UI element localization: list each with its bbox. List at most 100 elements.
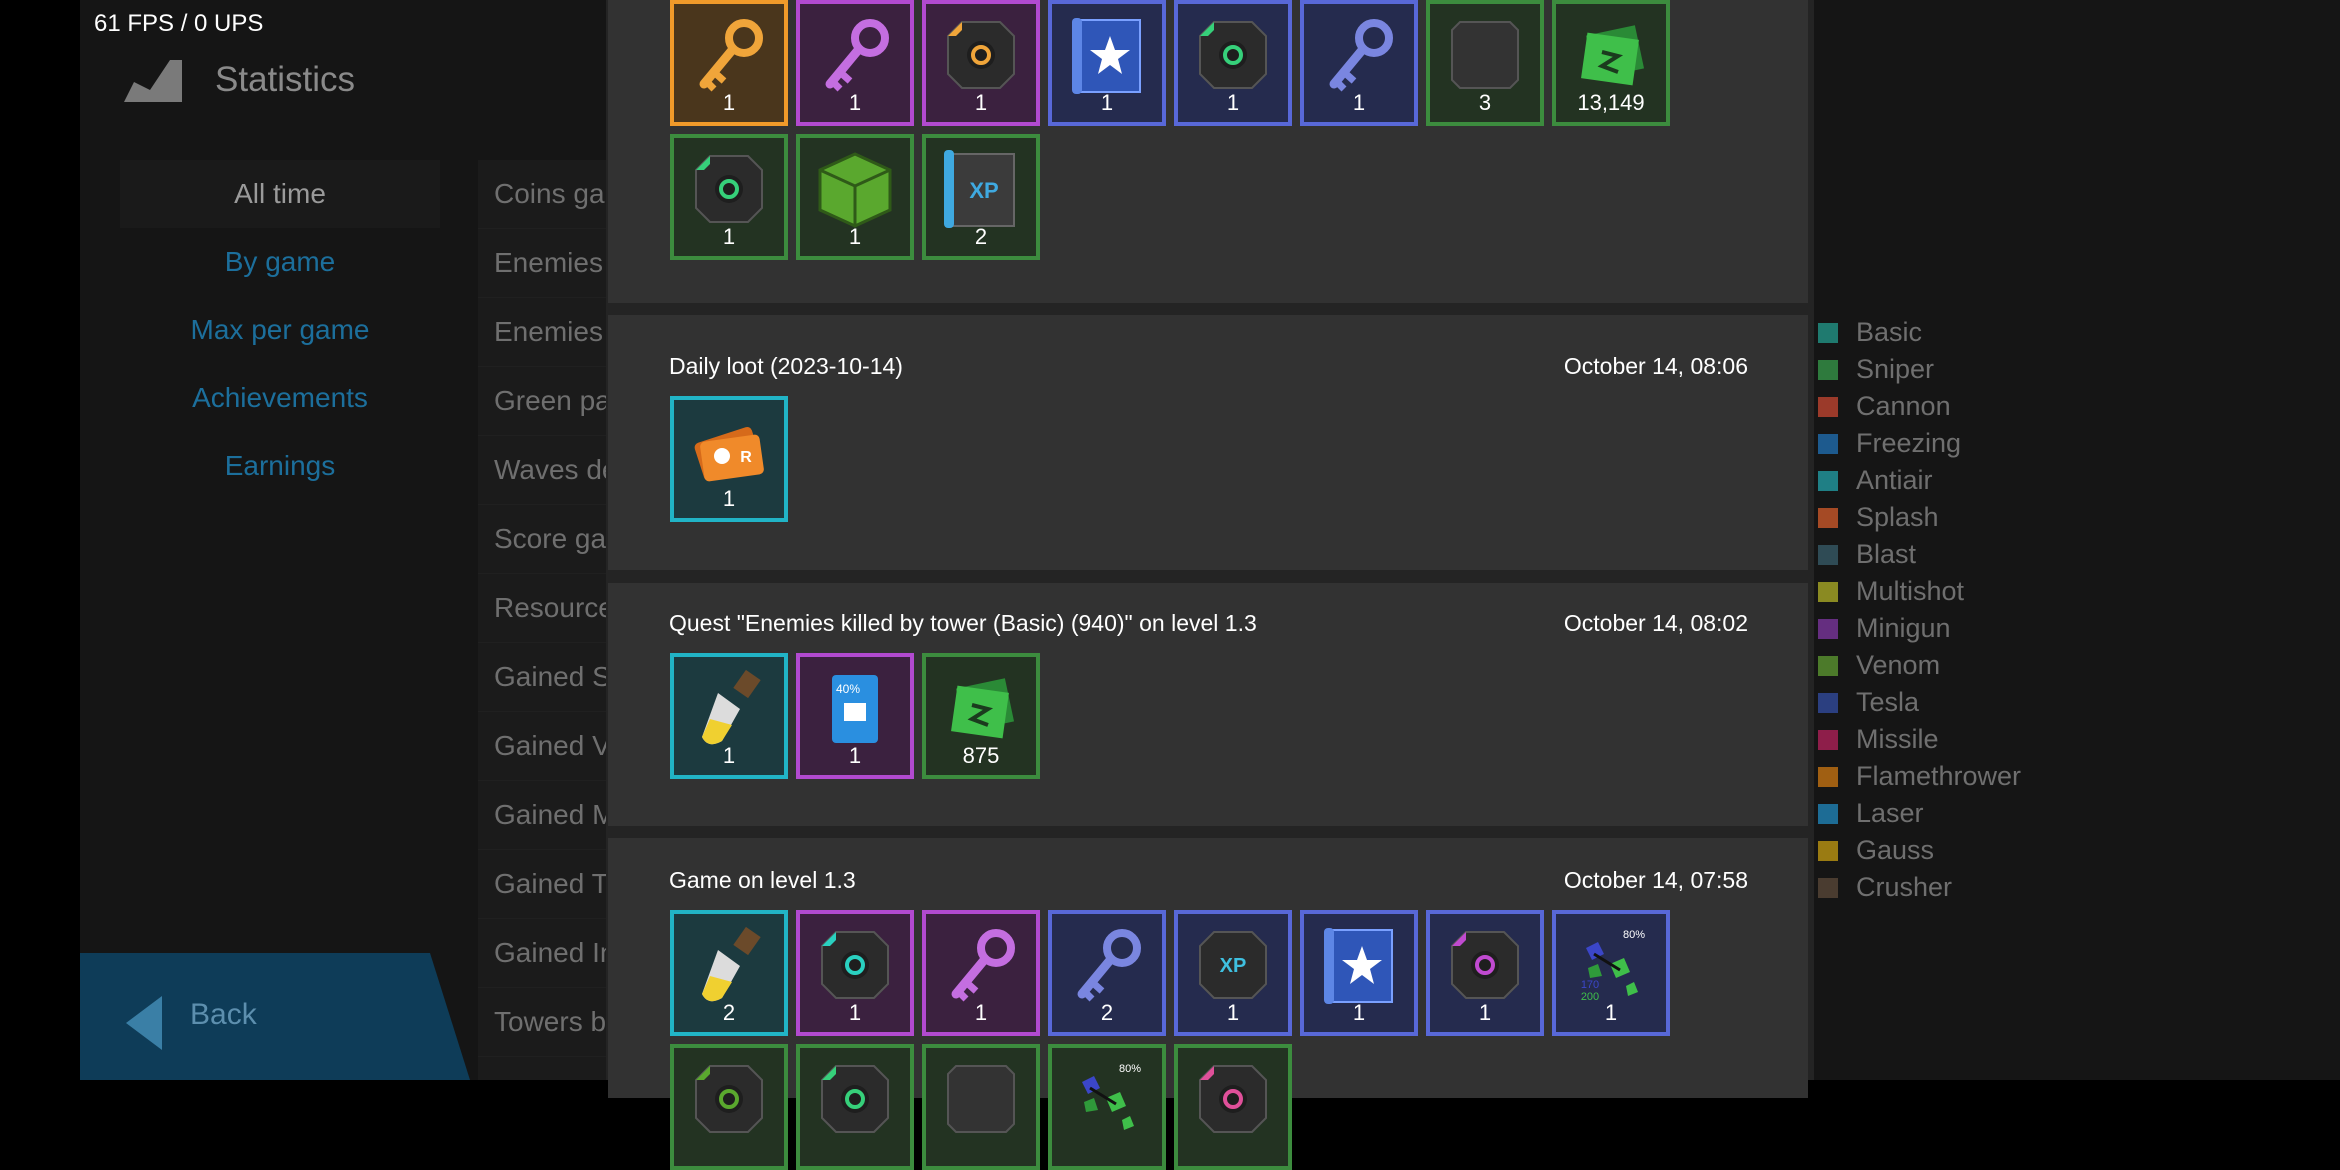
loot-item-count: 1 — [1604, 1000, 1618, 1025]
loot-item[interactable]: 1 — [796, 0, 914, 126]
legend-item: Gauss — [1818, 832, 2021, 869]
loot-item-count: 1 — [722, 743, 736, 768]
loot-item[interactable]: 40% 1 — [796, 653, 914, 779]
loot-item[interactable]: 2 — [670, 910, 788, 1036]
loot-entry: Quest "Enemies killed by tower (Basic) (… — [608, 583, 1808, 826]
loot-entry-title: Daily loot (2023-10-14) — [669, 353, 903, 379]
stat-row: Coins gair — [478, 160, 618, 229]
legend-label: Tesla — [1856, 687, 1920, 717]
legend-swatch — [1818, 322, 1838, 343]
legend-item: Laser — [1818, 795, 2021, 832]
nav-achievements[interactable]: Achievements — [120, 364, 440, 432]
legend-item: Freezing — [1818, 425, 2021, 462]
loot-item[interactable]: XP 1 — [1174, 910, 1292, 1036]
stat-row: Waves de — [478, 436, 618, 505]
statistics-list: Coins gair Enemies k Enemies pa Green pa… — [478, 160, 618, 1080]
loot-item[interactable]: 1 — [1300, 910, 1418, 1036]
module-icon — [1451, 931, 1519, 999]
loot-item[interactable]: 1 — [670, 134, 788, 260]
loot-item[interactable]: 1 — [1426, 910, 1544, 1036]
crate-icon — [818, 152, 892, 228]
legend-item: Crusher — [1818, 869, 2021, 906]
legend-label: Blast — [1856, 539, 1917, 569]
legend-swatch — [1818, 803, 1838, 824]
nav-max-per-game[interactable]: Max per game — [120, 296, 440, 364]
nav-earnings[interactable]: Earnings — [120, 432, 440, 500]
loot-item[interactable] — [670, 1044, 788, 1170]
legend-swatch — [1818, 359, 1838, 380]
loot-item[interactable]: 1 — [796, 910, 914, 1036]
svg-text:R: R — [740, 449, 752, 466]
loot-item-count: 1 — [848, 224, 862, 249]
loot-item[interactable]: 1 — [922, 910, 1040, 1036]
svg-text:XP: XP — [1220, 955, 1247, 977]
loot-item[interactable]: XP 2 — [922, 134, 1040, 260]
statistics-nav: All time By game Max per game Achievemen… — [120, 160, 440, 500]
booster-pack-icon: 40% — [832, 675, 878, 743]
loot-item[interactable]: 1 — [1048, 0, 1166, 126]
svg-text:80%: 80% — [1119, 1063, 1141, 1075]
svg-text:40%: 40% — [836, 682, 860, 696]
loot-item[interactable]: 1 — [670, 653, 788, 779]
potion-icon — [702, 926, 761, 1002]
legend-swatch — [1818, 507, 1838, 528]
loot-item[interactable]: 1 — [1174, 0, 1292, 126]
loot-item[interactable] — [922, 1044, 1040, 1170]
key-icon — [1077, 929, 1141, 1002]
module-icon — [1199, 1065, 1267, 1133]
loot-item[interactable]: 1 — [1300, 0, 1418, 126]
loot-item[interactable]: 3 — [1426, 0, 1544, 126]
nav-by-game[interactable]: By game — [120, 228, 440, 296]
green-papers-icon — [951, 678, 1015, 739]
loot-item[interactable]: 1 — [796, 134, 914, 260]
loot-entry-title: Game on level 1.3 — [669, 867, 856, 893]
module-icon — [695, 155, 763, 223]
nav-all-time[interactable]: All time — [120, 160, 440, 228]
loot-item-count: 875 — [962, 743, 1000, 768]
loot-item[interactable] — [796, 1044, 914, 1170]
loot-item-count: 2 — [974, 224, 988, 249]
loot-entry: Daily loot (2023-10-14) October 14, 08:0… — [608, 315, 1808, 570]
legend-label: Antiair — [1856, 465, 1933, 495]
legend-label: Splash — [1856, 502, 1939, 532]
loot-item[interactable] — [1174, 1044, 1292, 1170]
loot-item[interactable]: 13,149 — [1552, 0, 1670, 126]
module-icon — [947, 21, 1015, 89]
module-icon — [1199, 21, 1267, 89]
loot-item[interactable]: 1 — [670, 0, 788, 126]
legend-item: Multishot — [1818, 573, 2021, 610]
svg-text:170: 170 — [1581, 979, 1599, 991]
legend-swatch — [1818, 470, 1838, 491]
legend-swatch — [1818, 581, 1838, 602]
module-icon — [695, 1065, 763, 1133]
legend-label: Basic — [1856, 317, 1923, 347]
legend-label: Crusher — [1856, 872, 1953, 902]
loot-item[interactable]: 80% 170 200 1 — [1552, 910, 1670, 1036]
stat-row: Enemies pa — [478, 298, 618, 367]
loot-item[interactable]: 875 — [922, 653, 1040, 779]
loot-item-count: 3 — [1478, 90, 1492, 115]
key-icon — [699, 19, 763, 92]
loot-item[interactable]: 1 — [922, 0, 1040, 126]
fps-counter: 61 FPS / 0 UPS — [94, 10, 264, 37]
xp-module-icon: XP — [1199, 931, 1267, 999]
green-papers-icon — [1581, 25, 1645, 86]
loot-entry: Game on level 1.3 October 14, 07:58 2 1 … — [608, 838, 1808, 1170]
loot-item[interactable]: R1 — [670, 396, 788, 522]
legend-item: Antiair — [1818, 462, 2021, 499]
loot-item[interactable]: 2 — [1048, 910, 1166, 1036]
legend-swatch — [1818, 877, 1838, 898]
legend-label: Missile — [1856, 724, 1939, 754]
module-icon — [821, 1065, 889, 1133]
legend-swatch — [1818, 396, 1838, 417]
stat-row: Gained In — [478, 919, 618, 988]
loot-item[interactable]: 80% — [1048, 1044, 1166, 1170]
legend-item: Blast — [1818, 536, 2021, 573]
legend-item: Venom — [1818, 647, 2021, 684]
loot-item-count: 1 — [974, 90, 988, 115]
stat-row: Resource — [478, 574, 618, 643]
svg-text:80%: 80% — [1623, 929, 1645, 941]
legend-swatch — [1818, 840, 1838, 861]
stat-row: Gained Ve — [478, 712, 618, 781]
back-arrow-icon — [126, 996, 162, 1050]
